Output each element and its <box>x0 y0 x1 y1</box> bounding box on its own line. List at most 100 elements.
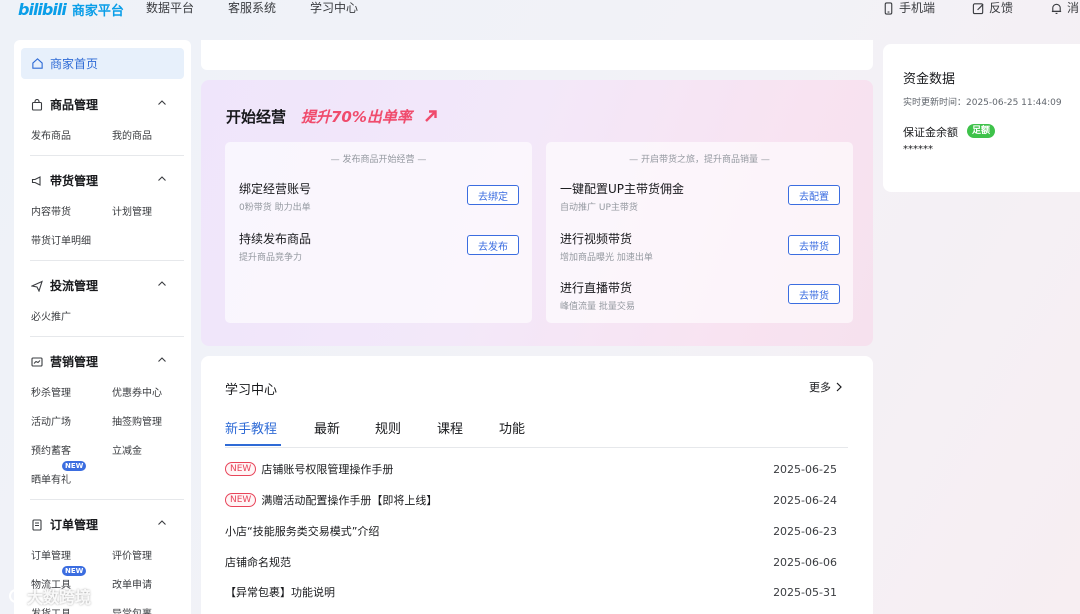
publish-button[interactable]: 去发布 <box>467 235 519 255</box>
sidebar-item-reservation[interactable]: 预约蓄客 <box>31 442 71 457</box>
task-desc: 0粉带货 助力出单 <box>239 203 311 213</box>
learning-center-title: 学习中心 <box>225 383 278 398</box>
chevron-up-icon[interactable] <box>157 174 167 184</box>
sidebar-item-abnormal-package[interactable]: 异常包裹 <box>112 605 152 614</box>
tab-latest[interactable]: 最新 <box>314 418 340 437</box>
deposit-balance-value[interactable]: ****** <box>903 144 933 155</box>
mobile-link[interactable]: 手机端 <box>882 0 935 16</box>
sidebar-item-promotion-orders[interactable]: 带货订单明细 <box>31 232 91 247</box>
feedback-label: 反馈 <box>989 1 1014 15</box>
tab-rules[interactable]: 规则 <box>375 418 401 437</box>
article-date: 2025-05-31 <box>773 585 837 599</box>
nav-customer-service[interactable]: 客服系统 <box>228 0 276 16</box>
tab-features[interactable]: 功能 <box>499 418 525 437</box>
tab-beginner[interactable]: 新手教程 <box>225 418 277 437</box>
active-tab-indicator <box>225 444 281 446</box>
start-subtitle: 提升70%出单率 <box>301 108 412 126</box>
watermark-text: 大数跨境 <box>27 588 92 607</box>
new-tag: NEW <box>225 493 257 507</box>
sidebar-item-lottery-management[interactable]: 抽签购管理 <box>112 413 162 428</box>
new-tag: NEW <box>225 462 257 476</box>
sidebar-item-plan-management[interactable]: 计划管理 <box>112 203 152 218</box>
learning-center-card: 学习中心 更多 新手教程 最新 规则 课程 功能 NEW 店铺账号权限管理操作手… <box>201 356 873 614</box>
message-link[interactable]: 消 <box>1050 0 1079 16</box>
article-date: 2025-06-24 <box>773 493 837 507</box>
phone-icon <box>884 1 893 15</box>
sidebar-group-orders[interactable]: 订单管理 <box>31 516 98 533</box>
sidebar-item-flash-sale[interactable]: 秒杀管理 <box>31 384 71 399</box>
article-row[interactable]: NEW 满赠活动配置操作手册【即将上线】 2025-06-24 <box>225 492 837 508</box>
task-desc: 自动推广 UP主带货 <box>560 203 638 213</box>
sidebar-item-home[interactable]: 商家首页 <box>21 48 184 79</box>
article-row[interactable]: NEW 店铺账号权限管理操作手册 2025-06-25 <box>225 461 837 477</box>
mobile-label: 手机端 <box>899 1 936 15</box>
sidebar-group-marketing[interactable]: 营销管理 <box>31 353 98 370</box>
sidebar-item-publish-goods[interactable]: 发布商品 <box>31 127 71 142</box>
article-row[interactable]: 小店“技能服务类交易模式”介绍 2025-06-23 <box>225 523 837 539</box>
more-link[interactable]: 更多 <box>809 379 843 395</box>
nav-learning-center[interactable]: 学习中心 <box>310 0 358 16</box>
sidebar-item-order-management[interactable]: 订单管理 <box>31 547 71 562</box>
chevron-up-icon[interactable] <box>157 279 167 289</box>
chart-card-icon <box>31 356 43 367</box>
task-publish-goods: 持续发布商品 <box>239 232 312 246</box>
article-title: 店铺命名规范 <box>225 556 291 569</box>
article-row[interactable]: 【异常包裹】功能说明 2025-05-31 <box>225 584 837 600</box>
sidebar-item-content-promotion[interactable]: 内容带货 <box>31 203 71 218</box>
bind-button[interactable]: 去绑定 <box>467 185 519 205</box>
article-title: 店铺账号权限管理操作手册 <box>261 463 394 476</box>
configure-button[interactable]: 去配置 <box>788 185 840 205</box>
sidebar-item-review-gift[interactable]: 晒单有礼 <box>31 471 71 486</box>
video-promote-button[interactable]: 去带货 <box>788 235 840 255</box>
tab-courses[interactable]: 课程 <box>437 418 463 437</box>
chevron-up-icon[interactable] <box>157 518 167 528</box>
publish-goods-panel: — 发布商品开始经营 — 绑定经营账号 0粉带货 助力出单 去绑定 持续发布商品… <box>225 142 532 323</box>
sidebar-item-coupon-center[interactable]: 优惠券中心 <box>112 384 162 399</box>
top-card <box>201 40 873 70</box>
sidebar-item-review-management[interactable]: 评价管理 <box>112 547 152 562</box>
megaphone-icon <box>31 175 41 186</box>
divider <box>30 155 184 156</box>
bilibili-logo-icon: bilibili <box>18 0 67 19</box>
sidebar-item-instant-discount[interactable]: 立减金 <box>112 442 142 457</box>
platform-name: 商家平台 <box>71 3 124 19</box>
sidebar-item-bihuo-promotion[interactable]: 必火推广 <box>31 308 71 323</box>
sidebar-item-order-change[interactable]: 改单申请 <box>112 576 152 591</box>
sidebar-group-goods[interactable]: 商品管理 <box>31 96 98 113</box>
feedback-link[interactable]: 反馈 <box>972 0 1013 16</box>
panel-heading: — 开启带货之旅，提升商品销量 — <box>629 155 770 165</box>
home-icon <box>32 58 43 69</box>
sidebar-group-promotion[interactable]: 带货管理 <box>31 172 98 189</box>
sidebar-group-label: 带货管理 <box>50 174 99 188</box>
article-date: 2025-06-25 <box>773 462 837 476</box>
task-desc: 提升商品竞争力 <box>239 253 303 263</box>
sidebar-group-traffic[interactable]: 投流管理 <box>31 277 98 294</box>
more-label: 更多 <box>809 381 831 394</box>
article-date: 2025-06-06 <box>773 555 837 569</box>
task-video-promotion: 进行视频带货 <box>560 232 633 246</box>
promotion-panel: — 开启带货之旅，提升商品销量 — 一键配置UP主带货佣金 自动推广 UP主带货… <box>546 142 853 323</box>
status-badge: 足额 <box>967 124 996 138</box>
panel-heading: — 发布商品开始经营 — <box>330 155 427 165</box>
sidebar-item-my-goods[interactable]: 我的商品 <box>112 127 152 142</box>
start-business-card: 开始经营 提升70%出单率 — 发布商品开始经营 — 绑定经营账号 0粉带货 助… <box>201 80 873 346</box>
sidebar-group-label: 投流管理 <box>50 279 99 293</box>
sidebar: 商家首页 商品管理 发布商品 我的商品 带货管理 内容带货 计划管理 带货订单明… <box>14 40 191 614</box>
sidebar-group-label: 营销管理 <box>50 355 99 369</box>
sidebar-item-activity-square[interactable]: 活动广场 <box>31 413 71 428</box>
chevron-right-icon <box>836 382 842 392</box>
sidebar-group-label: 订单管理 <box>50 518 99 532</box>
task-desc: 增加商品曝光 加速出单 <box>560 253 653 263</box>
article-row[interactable]: 店铺命名规范 2025-06-06 <box>225 554 837 570</box>
nav-data-platform[interactable]: 数据平台 <box>146 0 194 16</box>
brand-logo[interactable]: bilibili 商家平台 <box>18 0 124 19</box>
live-promote-button[interactable]: 去带货 <box>788 284 840 304</box>
bell-icon <box>1051 3 1062 14</box>
tab-divider <box>225 447 848 448</box>
chevron-up-icon[interactable] <box>157 355 167 365</box>
task-config-commission: 一键配置UP主带货佣金 <box>560 182 685 196</box>
task-bind-account: 绑定经营账号 <box>239 182 312 196</box>
deposit-balance-label: 保证金余额 <box>903 126 958 139</box>
article-title: 小店“技能服务类交易模式”介绍 <box>225 525 380 538</box>
chevron-up-icon[interactable] <box>157 98 167 108</box>
